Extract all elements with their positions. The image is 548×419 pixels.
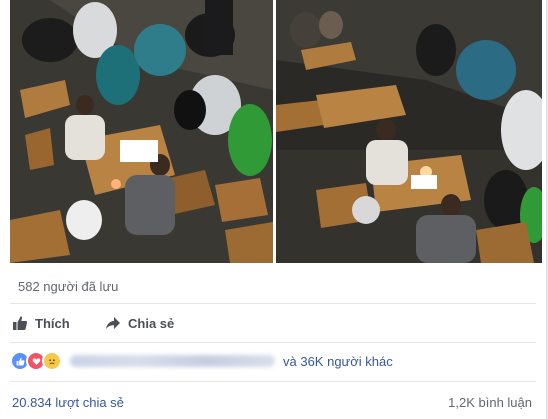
thumbs-up-icon	[13, 316, 28, 330]
post-card: 582 người đã lưu Thích Chia sẻ và 36K ng…	[0, 0, 547, 419]
reaction-others[interactable]: và 36K người khác	[283, 354, 393, 369]
share-button[interactable]: Chia sẻ	[105, 313, 174, 333]
divider	[10, 303, 536, 304]
post-photos	[10, 0, 542, 263]
share-label: Chia sẻ	[128, 315, 175, 331]
reactions-summary[interactable]: và 36K người khác	[10, 350, 393, 372]
photo-left[interactable]	[10, 0, 273, 263]
blurred-names	[70, 355, 275, 367]
photo-right[interactable]	[276, 0, 542, 263]
comment-count[interactable]: 1,2K bình luận	[448, 395, 532, 410]
share-count[interactable]: 20.834 lượt chia sẻ	[12, 395, 124, 410]
like-button[interactable]: Thích	[12, 313, 70, 333]
divider	[10, 381, 536, 382]
sad-icon	[42, 351, 62, 371]
divider	[10, 342, 536, 343]
share-arrow-icon	[106, 317, 120, 329]
saved-count: 582 người đã lưu	[18, 279, 119, 294]
like-label: Thích	[35, 315, 70, 331]
